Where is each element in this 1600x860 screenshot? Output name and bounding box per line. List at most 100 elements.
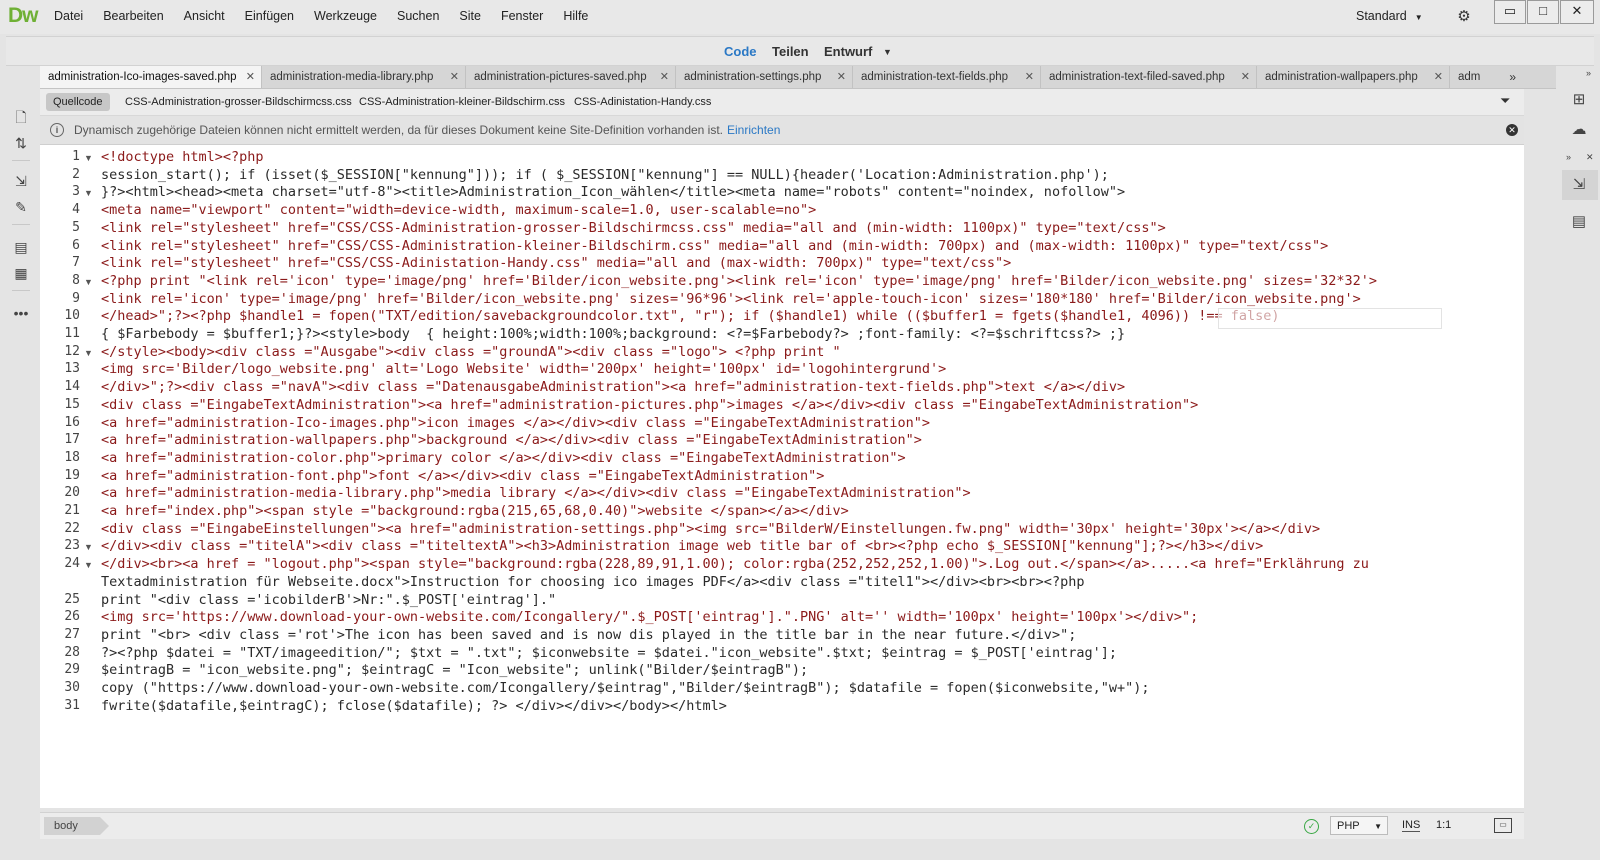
minimize-button[interactable]: ▭ — [1494, 0, 1526, 24]
view-dropdown-icon[interactable]: ▼ — [883, 47, 892, 57]
file-management-icon[interactable]: ⇅ — [10, 132, 32, 154]
menu-einfuegen[interactable]: Einfügen — [245, 9, 294, 23]
more-tabs-icon[interactable]: » — [1509, 66, 1516, 88]
close-icon[interactable]: ✕ — [837, 66, 846, 88]
open-document-icon[interactable]: 🗋 — [10, 106, 32, 128]
close-icon[interactable]: ✕ — [660, 66, 669, 88]
related-file-source[interactable]: Quellcode — [46, 93, 110, 111]
tab-ico-images-saved[interactable]: administration-Ico-images-saved.php ✕ — [40, 66, 262, 88]
menu-datei[interactable]: Datei — [54, 9, 83, 23]
code-line[interactable]: <meta name="viewport" content="width=dev… — [101, 202, 816, 218]
code-line[interactable]: print "<br> <div class ='rot'>The icon h… — [101, 627, 1076, 643]
code-line[interactable]: $eintragB = "icon_website.png"; $eintrag… — [101, 662, 808, 678]
view-split-button[interactable]: Teilen — [772, 44, 809, 59]
snippets-panel-icon[interactable]: ▤ — [1567, 210, 1591, 234]
code-line[interactable]: <img src='https://www.download-your-own-… — [101, 609, 1198, 625]
code-line[interactable]: </div><div class ="titelA"><div class ="… — [101, 538, 1263, 554]
code-line[interactable]: <a href="index.php"><span style ="backgr… — [101, 503, 849, 519]
code-line[interactable]: <div class ="EingabeTextAdministration">… — [101, 397, 1198, 413]
language-select[interactable]: PHP ▼ — [1330, 816, 1388, 835]
code-line[interactable]: <a href="administration-font.php">font <… — [101, 468, 824, 484]
code-line[interactable]: <?php print "<link rel='icon' type='imag… — [101, 273, 1377, 289]
collapse-code-icon[interactable]: ⇲ — [10, 170, 32, 192]
filter-icon[interactable]: ⏷ — [1500, 93, 1510, 109]
code-line[interactable]: ?><?php $datei = "TXT/imageedition/"; $t… — [101, 645, 1117, 661]
close-icon[interactable]: ✕ — [1241, 66, 1250, 88]
close-info-icon[interactable]: ✕ — [1506, 124, 1518, 136]
collapse-panel-icon[interactable]: » — [1586, 68, 1591, 78]
format-source-icon[interactable]: ▦ — [10, 262, 32, 284]
code-line[interactable]: </head>";?><?php $handle1 = fopen("TXT/e… — [101, 308, 1280, 324]
menu-ansicht[interactable]: Ansicht — [184, 9, 225, 23]
tab-pictures-saved[interactable]: administration-pictures-saved.php ✕ — [466, 66, 676, 88]
insert-mode[interactable]: INS — [1402, 819, 1421, 832]
code-line[interactable]: copy ("https://www.download-your-own-web… — [101, 680, 1149, 696]
code-line[interactable]: <a href="administration-color.php">prima… — [101, 450, 906, 466]
code-line[interactable]: }?><html><head><meta charset="utf-8"><ti… — [101, 184, 1125, 200]
related-file-css-small[interactable]: CSS-Administration-kleiner-Bildschirm.cs… — [352, 93, 572, 111]
maximize-button[interactable]: □ — [1527, 0, 1559, 24]
code-line[interactable]: <link rel='icon' type='image/png' href='… — [101, 291, 1361, 307]
code-line[interactable]: <a href="administration-Ico-images.php">… — [101, 415, 930, 431]
workspace-switcher[interactable]: Standard ▼ — [1356, 9, 1423, 23]
files-panel-icon[interactable]: ⊞ — [1567, 88, 1591, 112]
code-line[interactable]: <a href="administration-media-library.ph… — [101, 485, 971, 501]
cc-libraries-icon[interactable]: ☁ — [1567, 118, 1591, 142]
fold-toggle-icon[interactable]: ▼ — [84, 348, 93, 358]
sync-settings-icon[interactable]: ⚙ — [1452, 6, 1476, 28]
code-line[interactable]: <link rel="stylesheet" href="CSS/CSS-Adi… — [101, 255, 1011, 271]
collapse-panel-icon[interactable]: » — [1566, 152, 1571, 162]
menu-hilfe[interactable]: Hilfe — [563, 9, 588, 23]
menu-bearbeiten[interactable]: Bearbeiten — [103, 9, 163, 23]
fold-toggle-icon[interactable]: ▼ — [84, 560, 93, 570]
code-line[interactable]: <div class ="EingabeEinstellungen"><a hr… — [101, 521, 1320, 537]
code-line[interactable]: Textadministration für Webseite.docx">In… — [101, 574, 1084, 590]
comment-icon[interactable]: ▤ — [10, 236, 32, 258]
code-line[interactable]: print "<div class ='icobilderB'>Nr:".$_P… — [101, 592, 556, 608]
close-icon[interactable]: ✕ — [1025, 66, 1034, 88]
code-line[interactable]: <a href="administration-wallpapers.php">… — [101, 432, 922, 448]
fold-toggle-icon[interactable]: ▼ — [84, 277, 93, 287]
tab-wallpapers[interactable]: administration-wallpapers.php ✕ — [1257, 66, 1450, 88]
insert-panel-icon[interactable]: ⇲ — [1567, 173, 1591, 197]
related-file-css-mobile[interactable]: CSS-Adinistation-Handy.css — [567, 93, 718, 111]
code-line[interactable]: <link rel="stylesheet" href="CSS/CSS-Adm… — [101, 238, 1328, 254]
close-icon[interactable]: ✕ — [450, 66, 459, 88]
fold-toggle-icon[interactable]: ▼ — [84, 153, 93, 163]
fold-toggle-icon[interactable]: ▼ — [84, 188, 93, 198]
menu-werkzeuge[interactable]: Werkzeuge — [314, 9, 377, 23]
view-design-button[interactable]: Entwurf — [824, 44, 872, 59]
line-number: 8 — [72, 272, 80, 288]
close-window-button[interactable]: ✕ — [1560, 0, 1594, 24]
more-tools-icon[interactable]: ••• — [10, 302, 32, 324]
tag-breadcrumb[interactable]: body — [44, 817, 109, 835]
wrap-tag-icon[interactable]: ✎ — [10, 196, 32, 218]
menu-suchen[interactable]: Suchen — [397, 9, 439, 23]
close-icon[interactable]: ✕ — [1586, 152, 1594, 163]
tab-text-filed-saved[interactable]: administration-text-filed-saved.php ✕ — [1041, 66, 1257, 88]
code-line[interactable]: <img src='Bilder/logo_website.png' alt='… — [101, 361, 946, 377]
fold-toggle-icon[interactable]: ▼ — [84, 542, 93, 552]
code-editor[interactable]: 1 ▼ 2 3 ▼ 4 5 6 7 8 ▼ 9 10 11 12 ▼ 13 14 15 16 17 18 19 20 21 22 2… — [40, 145, 1524, 808]
code-line[interactable]: fwrite($datafile,$eintragC); fclose($dat… — [101, 698, 727, 714]
code-line[interactable]: { $Farbebody = $buffer1;}?><style>body {… — [101, 326, 1125, 342]
view-code-button[interactable]: Code — [724, 44, 757, 59]
menu-fenster[interactable]: Fenster — [501, 9, 543, 23]
menu-site[interactable]: Site — [459, 9, 481, 23]
code-line[interactable]: </div>";?><div class ="navA"><div class … — [101, 379, 1125, 395]
code-line[interactable]: <link rel="stylesheet" href="CSS/CSS-Adm… — [101, 220, 1166, 236]
line-number: 27 — [64, 626, 80, 642]
live-preview-icon[interactable]: ▭ — [1494, 818, 1512, 833]
related-file-css-large[interactable]: CSS-Administration-grosser-Bildschirmcss… — [118, 93, 359, 111]
code-line[interactable]: </style><body><div class ="Ausgabe"><div… — [101, 344, 841, 360]
close-icon[interactable]: ✕ — [246, 66, 255, 88]
code-line[interactable]: </div><br><a href = "logout.php"><span s… — [101, 556, 1369, 572]
tab-overflow-partial[interactable]: adm — [1450, 66, 1500, 88]
code-line[interactable]: <!doctype html><?php — [101, 149, 264, 165]
tab-settings[interactable]: administration-settings.php ✕ — [676, 66, 853, 88]
close-icon[interactable]: ✕ — [1434, 66, 1443, 88]
code-line[interactable]: session_start(); if (isset($_SESSION["ke… — [101, 167, 1109, 183]
tab-text-fields[interactable]: administration-text-fields.php ✕ — [853, 66, 1041, 88]
tab-media-library[interactable]: administration-media-library.php ✕ — [262, 66, 466, 88]
setup-link[interactable]: Einrichten — [727, 123, 780, 137]
